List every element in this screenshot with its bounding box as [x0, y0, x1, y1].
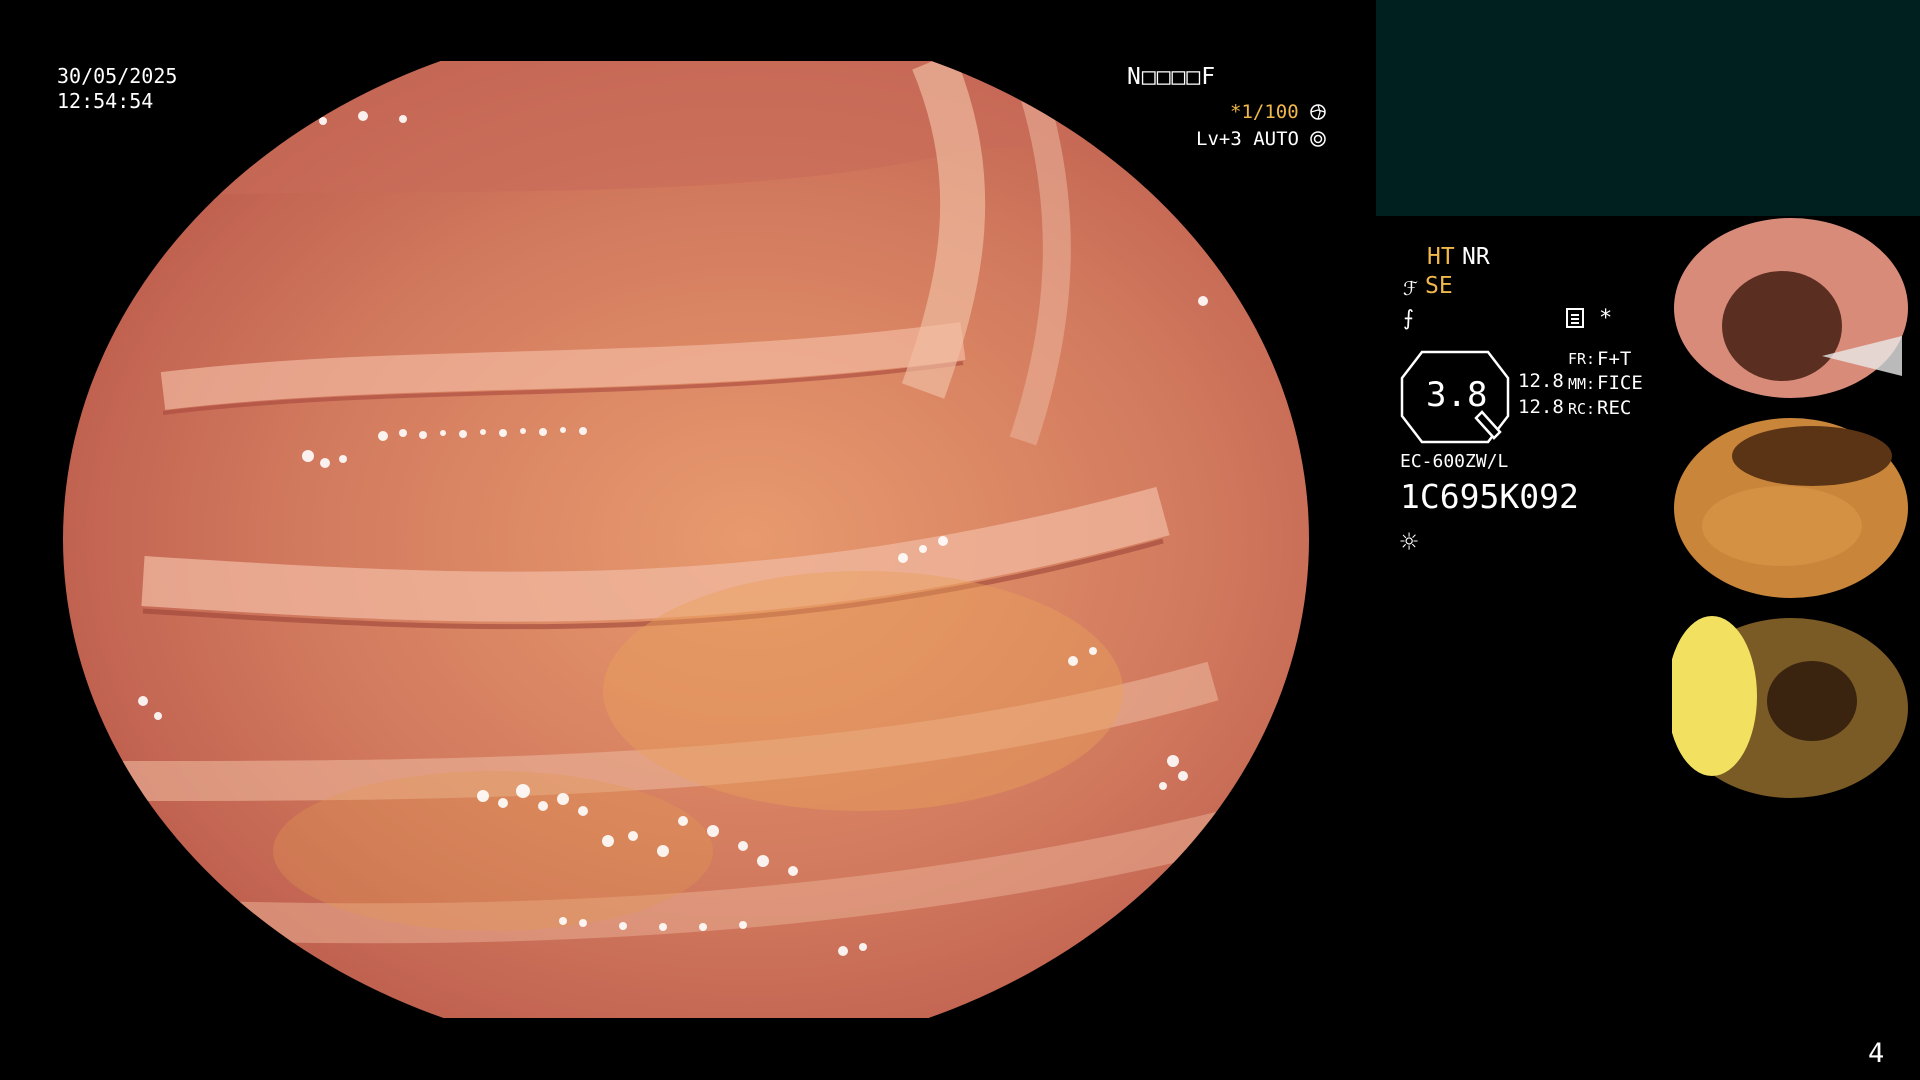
star-label: *	[1599, 306, 1613, 331]
thumbnail-3[interactable]	[1672, 616, 1910, 799]
page-number: 4	[1868, 1038, 1885, 1069]
level-value: Lv+3 AUTO	[1196, 128, 1299, 150]
rc-value: REC	[1597, 397, 1632, 419]
zoom-value: *1/100	[1230, 101, 1299, 123]
date-label: 30/05/2025	[57, 64, 178, 88]
document-icon	[1566, 308, 1584, 328]
mm-label: MM:	[1568, 375, 1596, 393]
enhancement-value: 3.8	[1426, 375, 1488, 415]
nr-label: NR	[1462, 244, 1490, 270]
ht-label: HT	[1427, 244, 1455, 270]
se-label: SE	[1425, 273, 1453, 299]
scope-model: EC-600ZW/L	[1400, 451, 1509, 472]
sun-icon: ☼	[1400, 525, 1419, 560]
fr-label: FR:	[1568, 350, 1596, 368]
iris-icon	[1310, 131, 1327, 147]
patient-field: N□□□□F	[1127, 64, 1217, 90]
time-label: 12:54:54	[57, 89, 154, 113]
level-label: Lv+3 AUTO	[1196, 128, 1327, 150]
slash-icon: ⨍	[1403, 306, 1414, 330]
zoom-label: *1/100	[1230, 103, 1326, 122]
info-panel	[1376, 0, 1920, 216]
endoscopy-view	[63, 61, 1310, 1018]
scope-serial: 1C695K092	[1400, 477, 1579, 516]
thumbnail-2[interactable]	[1672, 416, 1910, 599]
value-row1: 12.8	[1518, 370, 1564, 392]
mm-value: FICE	[1597, 372, 1643, 394]
scope-icon: ℱ	[1403, 278, 1418, 300]
value-row2: 12.8	[1518, 396, 1564, 418]
rc-label: RC:	[1568, 400, 1596, 418]
fr-value: F+T	[1597, 348, 1632, 370]
thumbnail-1[interactable]	[1672, 216, 1910, 399]
aperture-icon	[1310, 104, 1326, 120]
